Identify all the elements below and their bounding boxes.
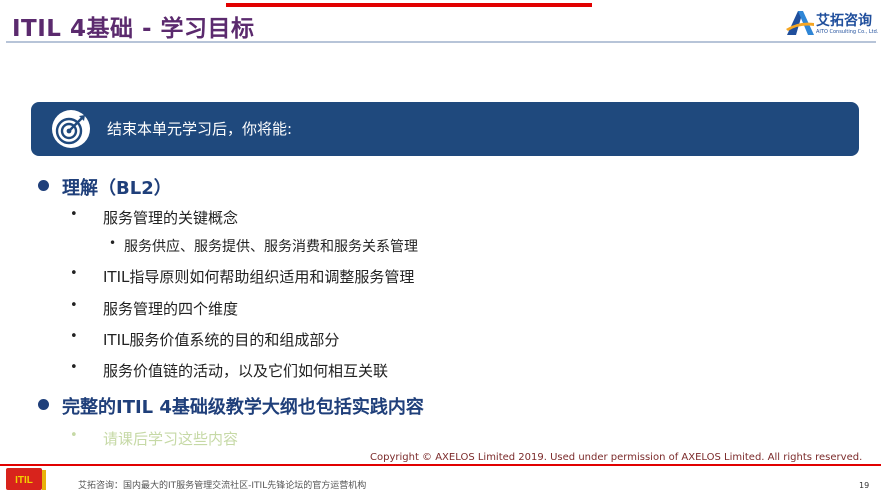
svg-text:ITIL: ITIL [15, 475, 33, 486]
title-divider [6, 41, 876, 43]
bullet: • [70, 428, 78, 443]
bullet-dot [38, 180, 49, 191]
target-icon [52, 110, 90, 148]
copyright-notice: Copyright © AXELOS Limited 2019. Used un… [370, 452, 863, 463]
itil-badge-icon: ITIL [6, 468, 46, 490]
bullet: • [70, 298, 78, 313]
bullet: • [70, 207, 78, 222]
bullet: • [70, 266, 78, 281]
company-logo: 艾拓咨询 AITO Consulting Co., Ltd. [784, 9, 878, 39]
footer-text: 艾拓咨询：国内最大的IT服务管理交流社区-ITIL先锋论坛的官方运营机构 [78, 481, 367, 491]
footer-divider [0, 464, 881, 466]
logo-name: 艾拓咨询 [816, 13, 872, 29]
bullet: • [70, 360, 78, 375]
bullet: • [70, 329, 78, 344]
banner-text: 结束本单元学习后，你将能: [107, 120, 293, 138]
page-number: 19 [859, 481, 870, 490]
logo-tagline: AITO Consulting Co., Ltd. [816, 29, 879, 35]
top-accent-bar [226, 3, 592, 7]
aito-logo-icon [786, 11, 814, 35]
slide-title: ITIL 4基础 - 学习目标 [12, 16, 255, 42]
objectives-banner: 结束本单元学习后，你将能: [31, 102, 859, 156]
bullet-dot [38, 399, 49, 410]
bullet: • [109, 236, 117, 250]
